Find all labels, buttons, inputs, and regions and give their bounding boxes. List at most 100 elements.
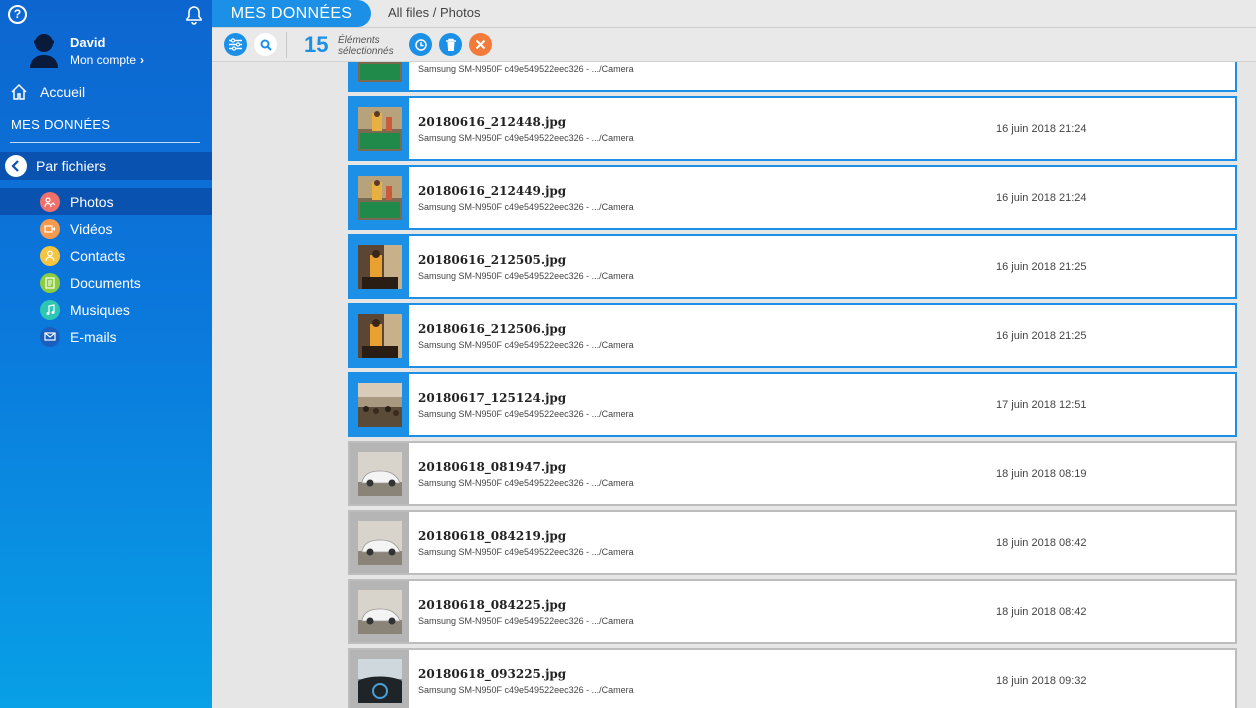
sidebar-top-bar: ? xyxy=(8,5,204,27)
sidebar: ? David Mon compte › Accueil MES DONNÉES … xyxy=(0,0,212,708)
bell-icon[interactable] xyxy=(184,5,204,25)
back-arrow-icon[interactable] xyxy=(5,155,27,177)
divider xyxy=(10,142,200,143)
file-date: 18 juin 2018 08:19 xyxy=(996,468,1087,480)
file-source: Samsung SM-N950F c49e549522eec326 - .../… xyxy=(418,409,634,419)
sidebar-item-video[interactable]: Vidéos xyxy=(0,215,212,242)
file-source: Samsung SM-N950F c49e549522eec326 - .../… xyxy=(418,64,634,74)
filter-button[interactable] xyxy=(224,33,247,56)
file-row[interactable]: 20180616_212449.jpg Samsung SM-N950F c49e… xyxy=(348,165,1237,230)
chevron-right-icon: › xyxy=(140,53,145,67)
file-thumbnail[interactable] xyxy=(350,62,409,90)
file-date: 16 juin 2018 21:24 xyxy=(996,192,1087,204)
restore-icon xyxy=(414,38,427,51)
sidebar-item-label: Photos xyxy=(70,193,114,210)
header-bar: MES DONNÉES All files / Photos xyxy=(212,0,1256,28)
search-button[interactable] xyxy=(254,33,277,56)
file-list: Samsung SM-N950F c49e549522eec326 - .../… xyxy=(348,62,1237,708)
file-row[interactable]: 20180616_212505.jpg Samsung SM-N950F c49e… xyxy=(348,234,1237,299)
search-icon xyxy=(260,39,272,51)
close-icon xyxy=(475,39,486,50)
breadcrumb[interactable]: All files / Photos xyxy=(388,5,481,20)
file-source: Samsung SM-N950F c49e549522eec326 - .../… xyxy=(418,616,634,626)
restore-button[interactable] xyxy=(409,33,432,56)
file-thumbnail[interactable] xyxy=(350,443,409,504)
file-thumbnail[interactable] xyxy=(350,512,409,573)
file-row[interactable]: 20180618_093225.jpg Samsung SM-N950F c49e… xyxy=(348,648,1237,708)
document-icon xyxy=(40,272,60,293)
sidebar-item-contact[interactable]: Contacts xyxy=(0,242,212,269)
file-row[interactable]: 20180617_125124.jpg Samsung SM-N950F c49e… xyxy=(348,372,1237,437)
music-icon xyxy=(40,299,60,320)
sliders-icon xyxy=(229,38,242,51)
section-title: MES DONNÉES xyxy=(11,117,111,132)
file-date: 16 juin 2018 21:24 xyxy=(996,123,1087,135)
file-name: 20180616_212505.jpg xyxy=(418,253,567,267)
file-thumbnail[interactable] xyxy=(350,581,409,642)
page-title[interactable]: MES DONNÉES xyxy=(212,0,371,27)
file-date: 16 juin 2018 21:25 xyxy=(996,330,1087,342)
file-name: 20180616_212449.jpg xyxy=(418,184,567,198)
file-thumbnail[interactable] xyxy=(350,98,409,159)
contact-icon xyxy=(40,245,60,266)
sidebar-item-document[interactable]: Documents xyxy=(0,269,212,296)
file-thumbnail[interactable] xyxy=(350,167,409,228)
nav-home[interactable]: Accueil xyxy=(10,82,85,102)
file-row[interactable]: Samsung SM-N950F c49e549522eec326 - .../… xyxy=(348,62,1237,92)
par-fichiers-label: Par fichiers xyxy=(36,158,107,174)
toolbar-separator xyxy=(286,32,287,58)
nav-home-label: Accueil xyxy=(40,84,86,100)
file-thumbnail[interactable] xyxy=(350,305,409,366)
selected-count: 15 xyxy=(304,32,329,57)
file-thumbnail[interactable] xyxy=(350,236,409,297)
par-fichiers-back[interactable]: Par fichiers xyxy=(0,152,212,180)
file-source: Samsung SM-N950F c49e549522eec326 - .../… xyxy=(418,340,634,350)
sidebar-item-label: Documents xyxy=(70,274,141,291)
sidebar-item-label: Musiques xyxy=(70,301,130,318)
file-source: Samsung SM-N950F c49e549522eec326 - .../… xyxy=(418,685,634,695)
toolbar: 15 Éléments sélectionnés xyxy=(212,28,1256,62)
file-source: Samsung SM-N950F c49e549522eec326 - .../… xyxy=(418,133,634,143)
category-list: Photos Vidéos Contacts Documents Musiques E-m… xyxy=(0,188,212,350)
cancel-selection-button[interactable] xyxy=(469,33,492,56)
video-icon xyxy=(40,218,60,239)
sidebar-item-label: Contacts xyxy=(70,247,126,264)
file-date: 17 juin 2018 12:51 xyxy=(996,399,1087,411)
file-date: 18 juin 2018 08:42 xyxy=(996,606,1087,618)
file-row[interactable]: 20180618_081947.jpg Samsung SM-N950F c49e… xyxy=(348,441,1237,506)
avatar-icon xyxy=(28,32,60,68)
sidebar-item-email[interactable]: E-mails xyxy=(0,323,212,350)
sidebar-item-music[interactable]: Musiques xyxy=(0,296,212,323)
file-name: 20180618_081947.jpg xyxy=(418,460,567,474)
account-link[interactable]: Mon compte › xyxy=(70,53,144,67)
file-name: 20180616_212506.jpg xyxy=(418,322,567,336)
trash-icon xyxy=(445,38,456,51)
file-name: 20180618_084219.jpg xyxy=(418,529,567,543)
delete-button[interactable] xyxy=(439,33,462,56)
photo-icon xyxy=(40,191,60,212)
file-row[interactable]: 20180618_084219.jpg Samsung SM-N950F c49e… xyxy=(348,510,1237,575)
file-row[interactable]: 20180616_212448.jpg Samsung SM-N950F c49e… xyxy=(348,96,1237,161)
home-icon xyxy=(11,83,27,100)
file-row[interactable]: 20180618_084225.jpg Samsung SM-N950F c49e… xyxy=(348,579,1237,644)
file-row[interactable]: 20180616_212506.jpg Samsung SM-N950F c49e… xyxy=(348,303,1237,368)
file-date: 18 juin 2018 08:42 xyxy=(996,537,1087,549)
file-thumbnail[interactable] xyxy=(350,374,409,435)
user-name: David xyxy=(70,35,106,50)
file-source: Samsung SM-N950F c49e549522eec326 - .../… xyxy=(418,271,634,281)
file-date: 16 juin 2018 21:25 xyxy=(996,261,1087,273)
file-name: 20180618_084225.jpg xyxy=(418,598,567,612)
selected-label: Éléments sélectionnés xyxy=(338,35,394,57)
file-thumbnail[interactable] xyxy=(350,650,409,708)
account-link-label: Mon compte xyxy=(70,53,137,67)
file-date: 18 juin 2018 09:32 xyxy=(996,675,1087,687)
sidebar-item-photo[interactable]: Photos xyxy=(0,188,212,215)
sidebar-item-label: Vidéos xyxy=(70,220,113,237)
file-source: Samsung SM-N950F c49e549522eec326 - .../… xyxy=(418,202,634,212)
file-name: 20180616_212448.jpg xyxy=(418,115,567,129)
file-name: 20180618_093225.jpg xyxy=(418,667,567,681)
help-icon[interactable]: ? xyxy=(8,5,27,24)
sidebar-item-label: E-mails xyxy=(70,328,117,345)
file-name: 20180617_125124.jpg xyxy=(418,391,567,405)
email-icon xyxy=(40,326,60,347)
